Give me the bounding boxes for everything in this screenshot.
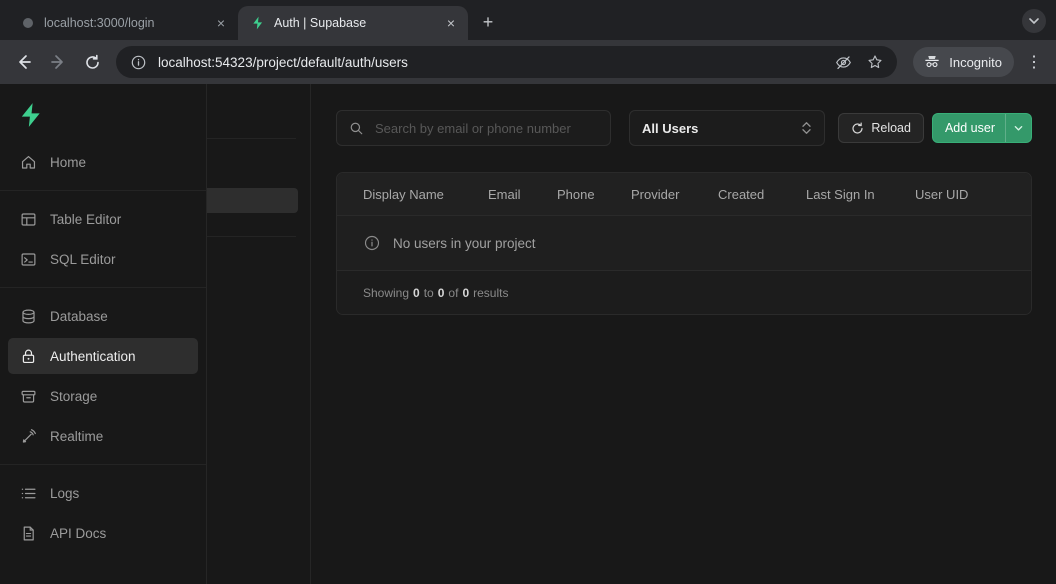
sidebar-item-table-editor[interactable]: Table Editor (8, 201, 198, 237)
footer-to: 0 (438, 286, 445, 300)
empty-message: No users in your project (393, 236, 536, 251)
secondary-sidebar (207, 84, 311, 584)
new-tab-button[interactable]: + (474, 8, 502, 36)
sql-terminal-icon (19, 251, 37, 268)
browser-menu-icon[interactable]: ⋮ (1020, 48, 1048, 76)
footer-total: 0 (462, 286, 469, 300)
sidebar-item-label: Storage (50, 389, 97, 404)
refresh-icon (851, 122, 864, 135)
url-text: localhost:54323/project/default/auth/use… (158, 55, 823, 70)
sidebar-item-label: Home (50, 155, 86, 170)
column-header-created: Created (718, 187, 806, 202)
forward-icon[interactable] (42, 46, 74, 78)
sidebar-divider (0, 287, 206, 288)
tab-search-chevron-icon[interactable] (1022, 9, 1046, 33)
empty-state-row: No users in your project (337, 216, 1031, 271)
sidebar-item-logs[interactable]: Logs (8, 475, 198, 511)
users-page: All Users Reload Add user (311, 84, 1056, 584)
supabase-favicon (250, 15, 266, 31)
footer-results-word: results (473, 286, 508, 300)
sidebar-item-label: Realtime (50, 429, 103, 444)
incognito-icon (923, 53, 941, 71)
sidebar-item-realtime[interactable]: Realtime (8, 418, 198, 454)
sidebar-item-storage[interactable]: Storage (8, 378, 198, 414)
storage-archive-icon (19, 388, 37, 405)
add-user-label: Add user (945, 121, 995, 135)
toolbar-actions: Reload Add user (838, 113, 1032, 143)
users-toolbar: All Users Reload Add user (336, 110, 1032, 146)
column-header-provider: Provider (631, 187, 718, 202)
tab-strip: localhost:3000/login × Auth | Supabase ×… (0, 0, 1056, 40)
subnav-divider (207, 138, 296, 139)
footer-of-word: of (448, 286, 458, 300)
column-header-email: Email (488, 187, 557, 202)
browser-chrome: localhost:3000/login × Auth | Supabase ×… (0, 0, 1056, 84)
page-favicon (20, 15, 36, 31)
sidebar-item-database[interactable]: Database (8, 298, 198, 334)
document-icon (19, 525, 37, 542)
primary-sidebar: Home Table Editor SQL Editor Database (0, 84, 207, 584)
close-tab-icon[interactable]: × (212, 14, 230, 32)
sidebar-item-label: Table Editor (50, 212, 121, 227)
supabase-studio: Home Table Editor SQL Editor Database (0, 84, 1056, 584)
tab-title: Auth | Supabase (274, 16, 434, 30)
column-header-display-name: Display Name (363, 187, 488, 202)
realtime-broadcast-icon (19, 428, 37, 445)
home-icon (19, 154, 37, 171)
incognito-label: Incognito (949, 55, 1002, 70)
eye-off-icon[interactable] (831, 50, 855, 74)
reload-label: Reload (871, 121, 911, 135)
sidebar-item-api-docs[interactable]: API Docs (8, 515, 198, 551)
address-bar[interactable]: localhost:54323/project/default/auth/use… (116, 46, 897, 78)
subnav-divider (207, 236, 296, 237)
back-icon[interactable] (8, 46, 40, 78)
table-footer: Showing 0 to 0 of 0 results (337, 271, 1031, 314)
logs-list-icon (19, 485, 37, 502)
users-table: Display Name Email Phone Provider Create… (336, 172, 1032, 315)
add-user-button[interactable]: Add user (932, 113, 1032, 143)
chevron-down-icon[interactable] (1005, 114, 1031, 142)
tab-localhost-login[interactable]: localhost:3000/login × (8, 6, 238, 40)
database-icon (19, 308, 37, 325)
sidebar-divider (0, 190, 206, 191)
table-icon (19, 211, 37, 228)
sidebar-divider (0, 464, 206, 465)
sidebar-item-label: Database (50, 309, 108, 324)
info-icon (364, 235, 380, 251)
supabase-logo[interactable] (0, 94, 206, 142)
sidebar-item-authentication[interactable]: Authentication (8, 338, 198, 374)
user-filter-select[interactable]: All Users (629, 110, 825, 146)
sidebar-item-label: Logs (50, 486, 79, 501)
footer-showing: Showing (363, 286, 409, 300)
column-header-phone: Phone (557, 187, 631, 202)
column-header-last-sign-in: Last Sign In (806, 187, 915, 202)
site-info-icon[interactable] (126, 50, 150, 74)
sidebar-item-label: Authentication (50, 349, 136, 364)
footer-to-word: to (424, 286, 434, 300)
sidebar-item-sql-editor[interactable]: SQL Editor (8, 241, 198, 277)
sidebar-item-label: SQL Editor (50, 252, 116, 267)
reload-page-icon[interactable] (76, 46, 108, 78)
lock-icon (19, 348, 37, 365)
incognito-badge: Incognito (913, 47, 1014, 77)
sidebar-item-label: API Docs (50, 526, 106, 541)
search-input[interactable] (373, 120, 598, 137)
browser-toolbar: localhost:54323/project/default/auth/use… (0, 40, 1056, 84)
tab-supabase-auth[interactable]: Auth | Supabase × (238, 6, 468, 40)
chevron-updown-icon (801, 121, 812, 135)
reload-button[interactable]: Reload (838, 113, 924, 143)
search-icon (349, 121, 364, 136)
user-search[interactable] (336, 110, 611, 146)
tab-title: localhost:3000/login (44, 16, 204, 30)
close-tab-icon[interactable]: × (442, 14, 460, 32)
bookmark-star-icon[interactable] (863, 50, 887, 74)
footer-from: 0 (413, 286, 420, 300)
table-header-row: Display Name Email Phone Provider Create… (337, 173, 1031, 216)
subnav-selected-item[interactable] (207, 188, 298, 213)
sidebar-item-home[interactable]: Home (8, 144, 198, 180)
column-header-user-uid: User UID (915, 187, 1031, 202)
filter-value: All Users (642, 121, 698, 136)
